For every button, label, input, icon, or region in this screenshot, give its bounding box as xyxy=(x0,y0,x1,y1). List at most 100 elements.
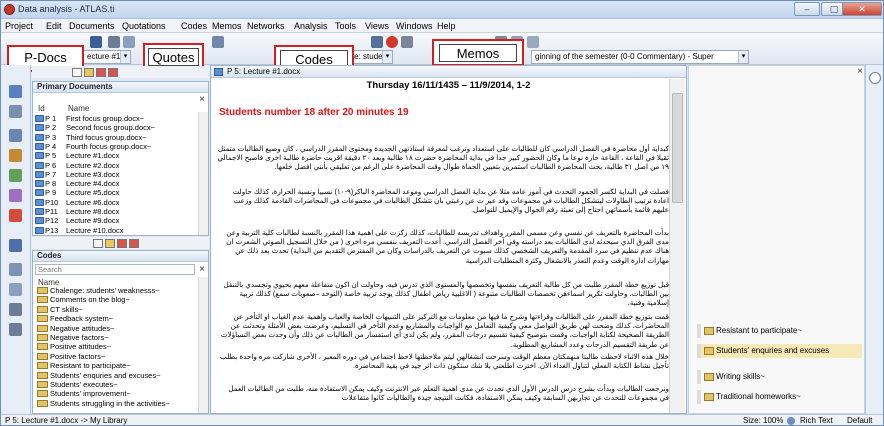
network-icon[interactable] xyxy=(129,239,139,248)
close-icon[interactable]: × xyxy=(199,94,205,105)
document-combo[interactable]: ecture #1.c ▾ xyxy=(83,50,131,64)
menu-views[interactable]: Views xyxy=(365,21,389,31)
list-item[interactable]: Comments on the blog~ xyxy=(37,296,130,305)
table-row[interactable]: P 8 Lecture #4.docx xyxy=(35,179,119,188)
margin-code[interactable]: Resistant to participate~ xyxy=(697,324,802,338)
menu-project[interactable]: Project xyxy=(5,21,33,31)
pen-icon[interactable] xyxy=(401,36,413,48)
menu-codes[interactable]: Codes xyxy=(181,21,207,31)
column-name[interactable]: Name xyxy=(68,104,89,113)
table-row[interactable]: P 3 Third focus group.docx~ xyxy=(35,133,147,142)
table-row[interactable]: P 6 Lecture #2.docx xyxy=(35,161,119,170)
codes-scrollbar[interactable] xyxy=(198,277,208,413)
table-row[interactable]: P13 Lecture #10.docx xyxy=(35,226,124,235)
family-icon[interactable] xyxy=(9,189,22,202)
list-item[interactable]: Chalenge: students' weaknesss~ xyxy=(37,286,160,296)
menu-tools[interactable]: Tools xyxy=(335,21,356,31)
menu-bar: Project Edit Documents Quotations Codes … xyxy=(1,19,883,33)
code-name: Chalenge: students' weaknesss~ xyxy=(50,286,160,295)
filter-icon[interactable] xyxy=(96,68,106,77)
table-row[interactable]: P 2 Second focus group.docx~ xyxy=(35,123,155,132)
list-item[interactable]: Negative attitudes~ xyxy=(37,324,114,334)
menu-memos[interactable]: Memos xyxy=(212,21,242,31)
list-item[interactable]: Resistant to participate~ xyxy=(37,361,131,371)
menu-documents[interactable]: Documents xyxy=(69,21,115,31)
margin-code-label: Students' enquries and excuses xyxy=(716,346,830,355)
close-icon[interactable]: × xyxy=(199,264,205,275)
table-row[interactable]: P 5 Lecture #1.docx xyxy=(35,151,119,160)
menu-edit[interactable]: Edit xyxy=(46,21,62,31)
network-icon[interactable] xyxy=(108,68,118,77)
memo-combo[interactable]: ginning of the semester (0-0 Commentary)… xyxy=(531,50,749,64)
document-manager-icon[interactable] xyxy=(9,239,22,252)
tree-icon[interactable] xyxy=(9,283,22,296)
margin-code[interactable]: Students' enquries and excuses xyxy=(697,344,862,358)
binoculars-icon[interactable] xyxy=(108,36,120,48)
list-icon[interactable] xyxy=(9,263,22,276)
new-icon[interactable] xyxy=(93,239,103,248)
code-name: Students' executes~ xyxy=(50,380,118,389)
column-id[interactable]: Id xyxy=(38,104,45,113)
zoom-out-icon[interactable] xyxy=(9,323,22,336)
menu-help[interactable]: Help xyxy=(437,21,456,31)
document-icon xyxy=(35,189,44,197)
filter-icon[interactable] xyxy=(117,239,127,248)
document-scrollbar[interactable] xyxy=(669,79,685,413)
close-window-button[interactable]: ✕ xyxy=(842,2,882,16)
close-icon[interactable]: × xyxy=(857,66,863,77)
open-icon[interactable] xyxy=(123,36,135,48)
list-item[interactable]: Students struggling in the activities~ xyxy=(37,399,170,409)
add-icon[interactable] xyxy=(869,72,881,84)
list-item[interactable]: Students' improvement~ xyxy=(37,390,131,399)
star-icon[interactable] xyxy=(105,239,115,248)
table-row[interactable]: P 4 Fourth focus group.docx~ xyxy=(35,142,151,151)
search-input[interactable] xyxy=(35,264,195,275)
star-icon[interactable] xyxy=(84,68,94,77)
save-icon[interactable] xyxy=(90,36,102,48)
list-item[interactable]: Students' executes~ xyxy=(37,380,118,390)
memo-icon[interactable] xyxy=(9,169,22,182)
document-icon xyxy=(214,68,223,76)
code-icon xyxy=(37,315,48,323)
margin-code-label: Resistant to participate~ xyxy=(716,326,803,335)
table-row[interactable]: P11 Lecture #8.docx xyxy=(35,207,119,216)
record-icon[interactable] xyxy=(9,209,22,222)
document-tab[interactable]: P 5: Lecture #1.docx xyxy=(211,66,686,78)
scroll-thumb[interactable] xyxy=(672,93,683,203)
table-row[interactable]: P 1 First focus group.docx~ xyxy=(35,114,144,123)
table-row[interactable]: P 9 Lecture #5.docx xyxy=(35,188,119,197)
zoom-icon[interactable] xyxy=(9,303,22,316)
menu-windows[interactable]: Windows xyxy=(396,21,433,31)
menu-networks[interactable]: Networks xyxy=(247,21,285,31)
list-item[interactable]: Feedback system~ xyxy=(37,314,114,324)
list-item[interactable]: Positive factors~ xyxy=(37,352,105,362)
code-name: Feedback system~ xyxy=(50,314,114,324)
documents-scrollbar[interactable] xyxy=(198,112,208,235)
link-icon[interactable] xyxy=(371,36,383,48)
code-icon xyxy=(37,305,48,313)
search-icon[interactable] xyxy=(9,85,22,98)
document-icon xyxy=(35,124,44,132)
list-item[interactable]: Positive attitudes~ xyxy=(37,343,111,352)
list-item[interactable]: CT skills~ xyxy=(37,305,83,315)
list-item[interactable]: Students' enquries and excuses~ xyxy=(37,371,160,381)
paste-icon[interactable] xyxy=(527,36,539,48)
zoom-icon[interactable] xyxy=(787,417,795,425)
new-icon[interactable] xyxy=(72,68,82,77)
table-row[interactable]: P10 Lecture #6.docx xyxy=(35,198,119,207)
list-item[interactable]: Negative factors~ xyxy=(37,333,109,343)
menu-quotations[interactable]: Quotations xyxy=(122,21,166,31)
network-icon[interactable] xyxy=(212,36,224,48)
menu-analysis[interactable]: Analysis xyxy=(294,21,328,31)
table-row[interactable]: P 7 Lecture #3.docx xyxy=(35,170,119,179)
minimize-button[interactable]: – xyxy=(794,2,820,16)
margin-code[interactable]: Writing skills~ xyxy=(697,370,765,384)
margin-code[interactable]: Traditional homeworks~ xyxy=(697,390,801,404)
filter-icon[interactable] xyxy=(9,105,22,118)
record-icon[interactable] xyxy=(386,36,398,48)
document-icon xyxy=(35,161,44,169)
document-id: P 9 xyxy=(45,188,57,198)
table-row[interactable]: P12 Lecture #9.docx xyxy=(35,216,119,225)
code-icon[interactable] xyxy=(9,149,22,162)
quotation-icon[interactable] xyxy=(9,129,22,142)
